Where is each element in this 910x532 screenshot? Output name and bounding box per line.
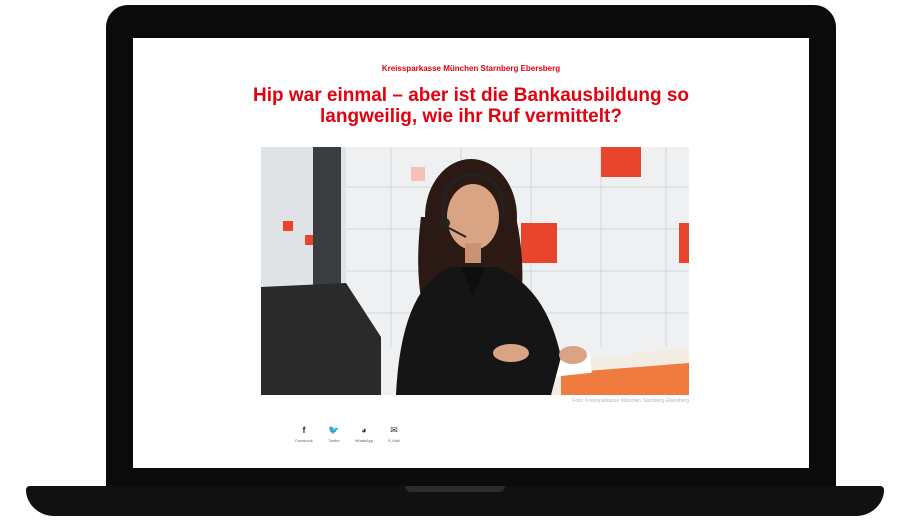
article-screen: Kreissparkasse München Starnberg Ebersbe… <box>133 38 809 468</box>
facebook-icon: f <box>302 425 306 435</box>
share-bar: f Facebook 🐦 Twitter ◕ WhatsApp ✉ E-Mail <box>293 425 405 443</box>
laptop-mockup: Kreissparkasse München Starnberg Ebersbe… <box>0 0 910 532</box>
whatsapp-icon: ◕ <box>361 425 367 435</box>
share-mail-button[interactable]: ✉ E-Mail <box>383 425 405 443</box>
article-headline: Hip war einmal – aber ist die Bankausbil… <box>252 85 690 127</box>
hero-photo-illustration <box>261 147 689 395</box>
mail-icon: ✉ <box>390 425 398 435</box>
share-facebook-button[interactable]: f Facebook <box>293 425 315 443</box>
share-facebook-label: Facebook <box>295 438 313 443</box>
image-caption: Foto: Kreissparkasse München Starnberg E… <box>572 398 689 404</box>
share-whatsapp-button[interactable]: ◕ WhatsApp <box>353 425 375 443</box>
share-mail-label: E-Mail <box>388 438 400 443</box>
share-twitter-label: Twitter <box>328 438 340 443</box>
share-whatsapp-label: WhatsApp <box>354 438 374 443</box>
share-twitter-button[interactable]: 🐦 Twitter <box>323 425 345 443</box>
article-hero-image <box>261 147 689 395</box>
article-kicker: Kreissparkasse München Starnberg Ebersbe… <box>381 64 561 73</box>
laptop-notch <box>405 486 505 492</box>
twitter-icon: 🐦 <box>328 425 340 435</box>
